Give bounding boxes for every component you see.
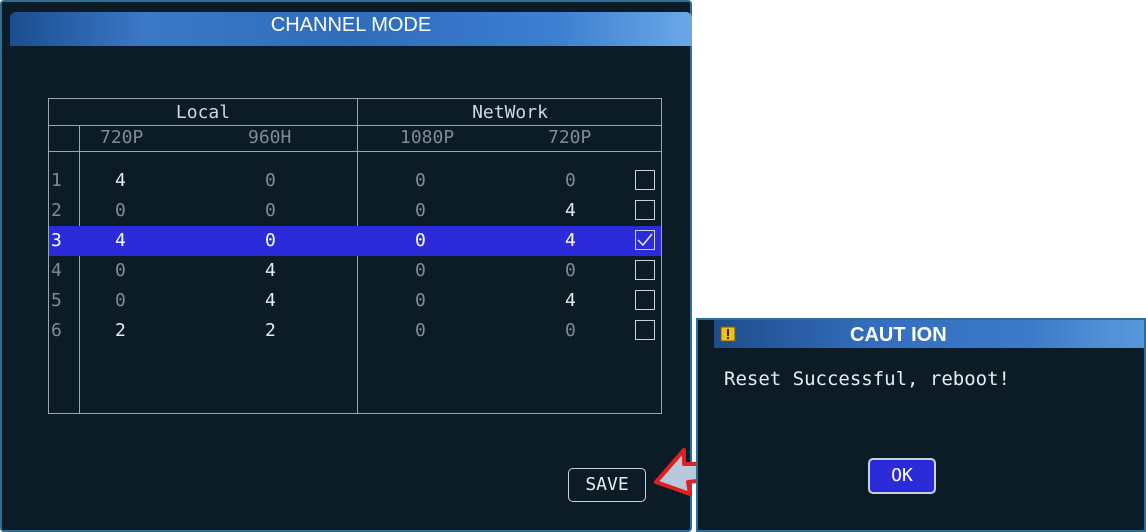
table-row[interactable]: 4 0 4 0 0	[49, 256, 661, 286]
panel-title: CHANNEL MODE	[10, 12, 692, 46]
row-cell: 0	[115, 260, 126, 281]
row-index: 4	[51, 260, 62, 281]
subheader-local-720p: 720P	[100, 127, 144, 148]
dialog-title: CAUT ION	[850, 324, 947, 346]
caution-dialog: CAUT ION Reset Successful, reboot! OK	[696, 318, 1146, 532]
row-cell: 4	[565, 290, 576, 311]
row-checkbox[interactable]	[635, 230, 655, 250]
warning-icon	[720, 326, 736, 342]
row-checkbox[interactable]	[635, 290, 655, 310]
table-row[interactable]: 3 4 0 0 4	[49, 226, 661, 256]
row-cell: 0	[115, 290, 126, 311]
subheader-divider	[49, 151, 661, 152]
row-cell: 4	[565, 200, 576, 221]
row-cell: 0	[415, 320, 426, 341]
row-cell: 0	[415, 290, 426, 311]
row-cell: 0	[565, 320, 576, 341]
row-index: 6	[51, 320, 62, 341]
row-cell: 0	[565, 170, 576, 191]
subheader-local-960h: 960H	[248, 127, 292, 148]
row-cell: 2	[265, 320, 276, 341]
row-checkbox[interactable]	[635, 170, 655, 190]
dialog-title-bar: CAUT ION	[714, 320, 1144, 348]
group-header-network: NetWork	[472, 102, 548, 123]
subheader-network-720p: 720P	[548, 127, 592, 148]
save-button[interactable]: SAVE	[568, 468, 646, 502]
channel-mode-panel: CHANNEL MODE Local NetWork 720P 960H 108…	[0, 0, 692, 532]
row-cell: 0	[415, 230, 426, 251]
table-row[interactable]: 5 0 4 0 4	[49, 286, 661, 316]
row-cell: 4	[115, 230, 126, 251]
row-index: 2	[51, 200, 62, 221]
checkmark-icon	[637, 233, 653, 247]
row-checkbox[interactable]	[635, 260, 655, 280]
row-cell: 0	[265, 230, 276, 251]
row-cell: 2	[115, 320, 126, 341]
subheader-network-1080p: 1080P	[400, 127, 455, 148]
row-cell: 4	[265, 260, 276, 281]
row-index: 3	[51, 230, 62, 251]
row-cell: 0	[115, 200, 126, 221]
row-cell: 4	[265, 290, 276, 311]
group-header-local: Local	[175, 102, 231, 123]
row-index: 1	[51, 170, 62, 191]
dialog-message: Reset Successful, reboot!	[724, 368, 1010, 390]
row-cell: 0	[415, 200, 426, 221]
row-cell: 0	[265, 170, 276, 191]
row-cell: 4	[115, 170, 126, 191]
row-cell: 4	[565, 230, 576, 251]
ok-button[interactable]: OK	[868, 458, 936, 494]
row-cell: 0	[415, 260, 426, 281]
row-cell: 0	[265, 200, 276, 221]
row-checkbox[interactable]	[635, 320, 655, 340]
row-cell: 0	[415, 170, 426, 191]
table-row[interactable]: 1 4 0 0 0	[49, 166, 661, 196]
table-row[interactable]: 2 0 0 0 4	[49, 196, 661, 226]
table-row[interactable]: 6 2 2 0 0	[49, 316, 661, 346]
row-cell: 0	[565, 260, 576, 281]
row-index: 5	[51, 290, 62, 311]
row-checkbox[interactable]	[635, 200, 655, 220]
